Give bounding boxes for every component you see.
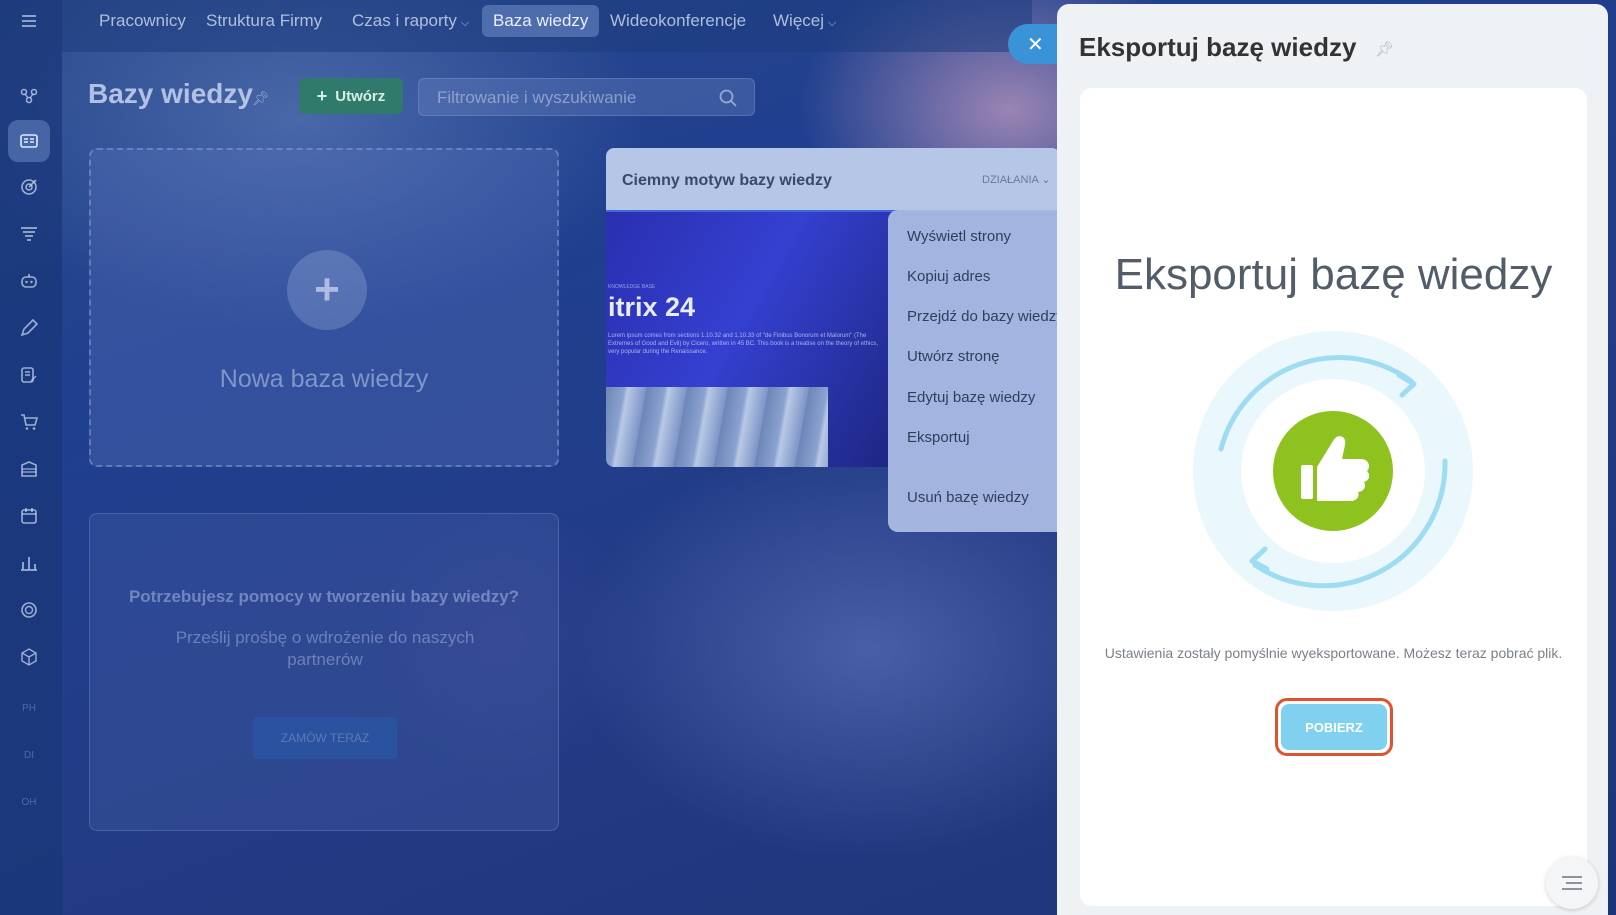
actions-dropdown[interactable]: DZIAŁANIA ⌄: [982, 173, 1051, 186]
nav-label: Struktura Firmy: [206, 11, 323, 30]
cart-icon[interactable]: [8, 401, 50, 443]
chevron-down-icon: ⌵: [828, 17, 837, 29]
left-sidebar: PH DI OH: [0, 0, 62, 915]
help-card-title: Potrzebujesz pomocy w tworzeniu bazy wie…: [128, 587, 520, 606]
actions-label: DZIAŁANIA: [982, 174, 1039, 186]
robot-icon[interactable]: [8, 260, 50, 302]
page-title: Bazy wiedzy: [88, 78, 253, 109]
card-header: Ciemny motyw bazy wiedzy DZIAŁANIA ⌄: [606, 148, 1060, 212]
menu-item-copy-address[interactable]: Kopiuj adres: [907, 268, 990, 285]
chart-icon[interactable]: [8, 542, 50, 584]
nav-label: Czas i raporty: [352, 11, 457, 30]
order-now-button[interactable]: ZAMÓW TERAZ: [253, 717, 397, 759]
preview-photo: [606, 387, 828, 467]
nav-label: Wideokonferencje: [610, 11, 747, 30]
search-placeholder: Filtrowanie i wyszukiwanie: [437, 88, 637, 107]
nav-item-struktura[interactable]: Struktura Firmy: [195, 5, 333, 37]
building-icon[interactable]: [8, 448, 50, 490]
help-card: Potrzebujesz pomocy w tworzeniu bazy wie…: [89, 513, 559, 831]
success-thumbs-up-icon: [1193, 331, 1473, 611]
preview-heading: itrix 24: [608, 292, 696, 322]
nav-label: Więcej: [773, 11, 825, 30]
menu-item-go-to-kb[interactable]: Przejdź do bazy wiedzy: [907, 308, 1064, 325]
nav-item-czas[interactable]: Czas i raporty ⌵: [341, 5, 480, 37]
search-icon[interactable]: [718, 88, 738, 108]
actions-menu: Wyświetl strony Kopiuj adres Przejdź do …: [888, 210, 1064, 532]
list-icon[interactable]: [1546, 857, 1598, 909]
panel-content: Eksportuj bazę wiedzy Ustawienia zostały…: [1080, 88, 1587, 906]
pen-icon[interactable]: [8, 307, 50, 349]
card-preview-image: KNOWLEDGE BASE itrix 24 Lorem ipsum come…: [606, 212, 896, 467]
card-title[interactable]: Ciemny motyw bazy wiedzy: [622, 172, 832, 190]
status-message: Ustawienia zostały pomyślnie wyeksportow…: [1104, 645, 1563, 661]
rail-shortcut-di[interactable]: DI: [8, 734, 50, 776]
close-icon: ✕: [1027, 33, 1044, 56]
menu-item-view-pages[interactable]: Wyświetl strony: [907, 228, 1011, 245]
nav-item-baza-wiedzy[interactable]: Baza wiedzy: [482, 5, 600, 37]
nav-label: Pracownicy: [99, 11, 186, 30]
close-panel-button[interactable]: ✕: [1008, 24, 1062, 64]
menu-item-edit-kb[interactable]: Edytuj bazę wiedzy: [907, 389, 1035, 406]
shield-icon[interactable]: [8, 589, 50, 631]
menu-item-export[interactable]: Eksportuj: [907, 429, 970, 446]
download-button[interactable]: POBIERZ: [1281, 704, 1387, 750]
pin-icon[interactable]: 📌︎: [1375, 40, 1394, 58]
panel-title: Eksportuj bazę wiedzy: [1079, 32, 1357, 62]
funnel-icon[interactable]: [8, 213, 50, 255]
chevron-down-icon: ⌵: [460, 17, 470, 29]
menu-icon[interactable]: [8, 0, 50, 42]
menu-item-delete-kb[interactable]: Usuń bazę wiedzy: [907, 489, 1029, 506]
new-card-label: Nowa baza wiedzy: [219, 365, 429, 393]
create-button[interactable]: + Utwórz: [299, 78, 403, 114]
nav-item-wiecej[interactable]: Więcej ⌵: [762, 5, 847, 37]
target-icon[interactable]: [8, 166, 50, 208]
nav-item-pracownicy[interactable]: Pracownicy: [88, 5, 197, 37]
crm-icon[interactable]: [8, 74, 50, 116]
export-panel: Eksportuj bazę wiedzy 📌︎ Eksportuj bazę …: [1057, 4, 1608, 915]
menu-item-create-page[interactable]: Utwórz stronę: [907, 348, 1000, 365]
export-heading: Eksportuj bazę wiedzy: [1114, 250, 1553, 299]
rail-shortcut-ph[interactable]: PH: [8, 687, 50, 729]
chevron-down-icon: ⌄: [1041, 174, 1051, 186]
calendar-icon[interactable]: [8, 495, 50, 537]
knowledge-base-icon[interactable]: [8, 120, 50, 162]
help-card-subtitle: Prześlij prośbę o wdrożenie do naszych p…: [175, 628, 475, 669]
plus-icon: +: [287, 250, 367, 330]
create-button-label: Utwórz: [335, 87, 386, 105]
plus-icon: +: [316, 85, 328, 106]
new-knowledge-base-card[interactable]: + Nowa baza wiedzy: [89, 148, 559, 467]
pin-icon[interactable]: 📌︎: [252, 90, 270, 107]
nav-item-wideokonferencje[interactable]: Wideokonferencje: [599, 5, 757, 37]
nav-label: Baza wiedzy: [493, 11, 589, 30]
preview-caption: KNOWLEDGE BASE: [608, 284, 656, 290]
download-button-highlight: POBIERZ: [1275, 698, 1393, 756]
search-input[interactable]: Filtrowanie i wyszukiwanie: [418, 78, 755, 116]
rail-shortcut-oh[interactable]: OH: [8, 781, 50, 823]
document-edit-icon[interactable]: [8, 354, 50, 396]
box-icon[interactable]: [8, 636, 50, 678]
preview-text: Lorem ipsum comes from sections 1.10.32 …: [608, 333, 879, 355]
top-navigation: Pracownicy Struktura Firmy Czas i raport…: [62, 0, 1032, 52]
